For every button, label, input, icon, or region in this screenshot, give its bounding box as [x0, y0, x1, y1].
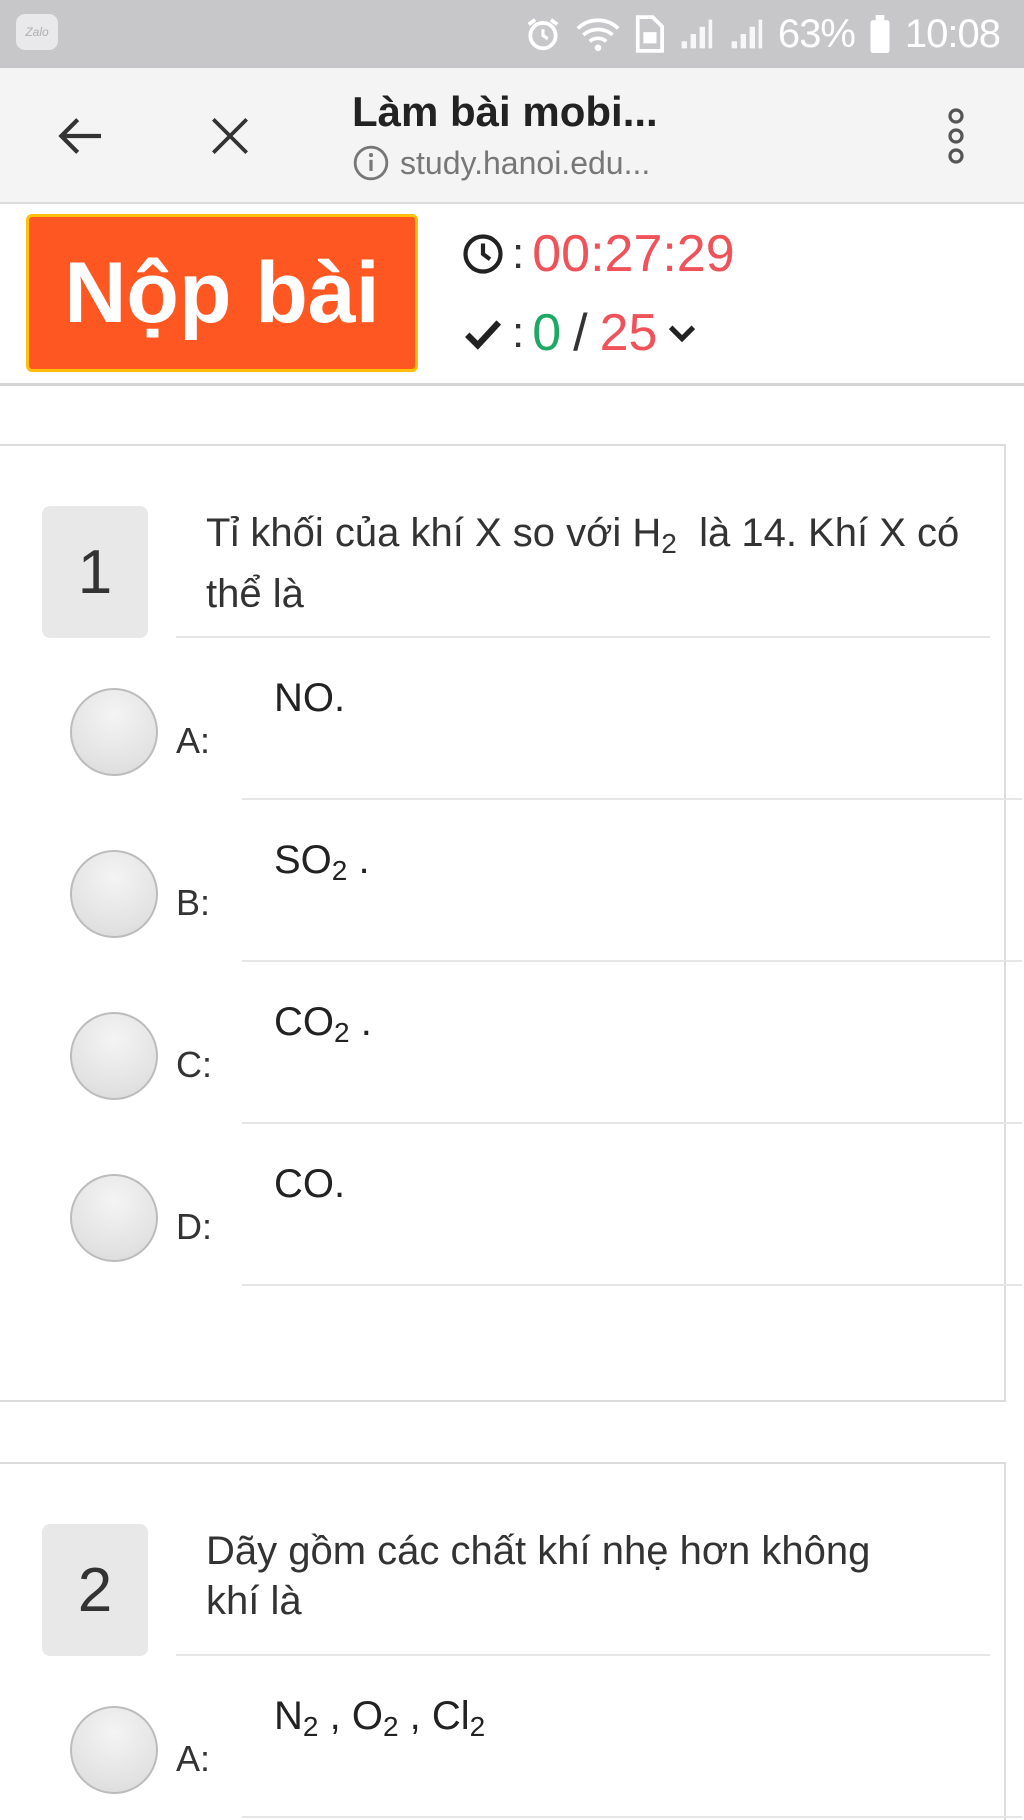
timer-value: 00:27:29 [532, 225, 735, 283]
url-text: study.hanoi.edu... [400, 144, 651, 181]
timer-colon: : [512, 229, 525, 278]
progress-colon: : [512, 308, 525, 357]
radio-button[interactable] [70, 1012, 158, 1100]
radio-button[interactable] [70, 1706, 158, 1794]
zalo-icon: Zalo [16, 14, 58, 50]
divider [242, 1816, 1022, 1818]
back-button[interactable] [42, 98, 118, 174]
question-card: 2 Dãy gồm các chất khí nhẹ hơn không khí… [0, 1462, 1022, 1820]
question-number: 1 [42, 506, 148, 638]
alarm-icon [527, 18, 559, 51]
answer-option-a[interactable]: A: NO. [0, 638, 1022, 800]
option-text: NO. [274, 676, 346, 720]
question-text: Tỉ khối của khí X so với H2 là 14. Khí X… [206, 511, 971, 616]
answer-option-b[interactable]: B: SO2 . [0, 800, 1022, 962]
radio-button[interactable] [70, 1174, 158, 1262]
option-letter: A: [176, 1738, 211, 1779]
answer-option-c[interactable]: C: CO2 . [0, 962, 1022, 1124]
battery-icon [870, 15, 890, 53]
wifi-icon [576, 18, 620, 52]
option-text: N2 , O2 , Cl2 [274, 1694, 486, 1742]
total-count: 25 [599, 304, 658, 362]
progress-selector[interactable]: : 0 / 25 [462, 302, 699, 364]
close-icon [212, 118, 248, 154]
signal-icon [681, 19, 713, 49]
back-arrow-icon [58, 118, 101, 154]
more-vert-icon [948, 108, 964, 164]
sim-icon [635, 15, 664, 53]
quiz-header: Nộp bài : 00:27:29 : 0 / 25 [0, 204, 1024, 386]
close-tab-button[interactable] [192, 98, 268, 174]
question-text: Dãy gồm các chất khí nhẹ hơn không khí l… [206, 1529, 871, 1623]
option-text: CO. [274, 1162, 346, 1206]
option-letter: C: [176, 1044, 212, 1085]
progress-separator: / [573, 304, 588, 362]
timer: : 00:27:29 [462, 225, 735, 283]
clock-time: 10:08 [904, 11, 1001, 56]
option-letter: D: [176, 1206, 212, 1247]
clock-icon [463, 234, 503, 274]
url-bar[interactable]: study.hanoi.edu... [352, 144, 650, 182]
option-letter: B: [176, 882, 211, 923]
answer-option-a[interactable]: A: N2 , O2 , Cl2 [0, 1656, 1022, 1818]
signal-icon [731, 19, 763, 49]
chevron-down-icon [669, 325, 696, 343]
radio-button[interactable] [70, 688, 158, 776]
question-number: 2 [42, 1524, 148, 1656]
info-icon [353, 145, 389, 181]
status-icons: 63% 10:08 [524, 0, 1001, 68]
checkmark-icon [465, 320, 502, 350]
option-text: CO2 . [274, 1000, 372, 1048]
submit-button[interactable]: Nộp bài [26, 214, 418, 372]
more-options-button[interactable] [918, 98, 994, 174]
option-text: SO2 . [274, 838, 370, 886]
answered-count: 0 [532, 304, 562, 362]
answer-option-d[interactable]: D: CO. [0, 1124, 1022, 1286]
radio-button[interactable] [70, 850, 158, 938]
option-letter: A: [176, 720, 211, 761]
browser-toolbar: Làm bài mobi... study.hanoi.edu... [0, 68, 1024, 204]
battery-percent: 63% [777, 11, 856, 56]
question-card: 1 Tỉ khối của khí X so với H2 là 14. Khí… [0, 444, 1022, 1402]
page-title: Làm bài mobi... [352, 88, 658, 135]
divider [242, 1284, 1022, 1286]
status-bar: Zalo 63% 10:08 [0, 0, 1024, 68]
